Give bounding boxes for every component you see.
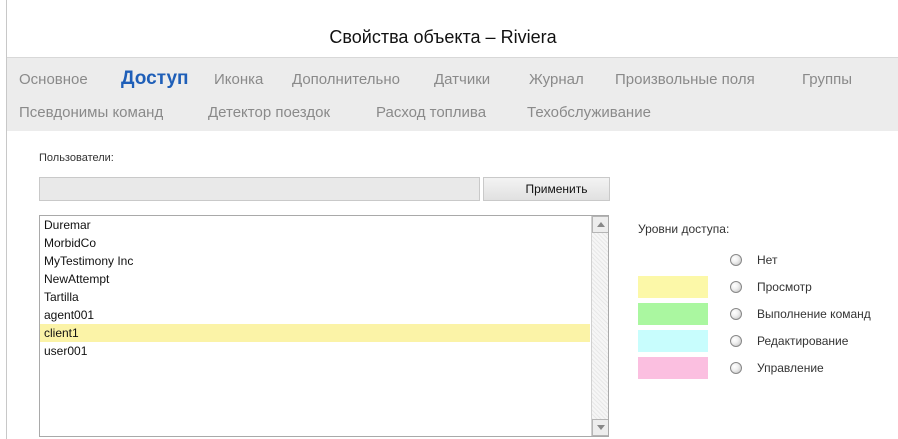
tab-bar: Основное Доступ Иконка Дополнительно Дат… <box>7 58 898 131</box>
access-level-edit: Редактирование <box>638 330 898 352</box>
tab-command-aliases[interactable]: Псевдонимы команд <box>19 104 163 121</box>
tab-fuel-consumption[interactable]: Расход топлива <box>376 104 486 121</box>
color-swatch-execute <box>638 303 708 325</box>
level-label: Просмотр <box>757 280 812 294</box>
list-item[interactable]: user001 <box>40 342 590 360</box>
level-label: Управление <box>757 361 824 375</box>
window-title: Свойства объекта – Riviera <box>329 27 557 47</box>
level-label: Выполнение команд <box>757 307 871 321</box>
radio-view[interactable] <box>730 281 742 293</box>
title-bar: Свойства объекта – Riviera <box>7 0 898 58</box>
list-scrollbar[interactable] <box>591 216 608 436</box>
radio-none[interactable] <box>730 254 742 266</box>
access-levels-title: Уровни доступа: <box>638 222 730 236</box>
color-swatch-edit <box>638 330 708 352</box>
tab-groups[interactable]: Группы <box>802 71 852 88</box>
tab-icon[interactable]: Иконка <box>214 71 263 88</box>
tab-maintenance[interactable]: Техобслуживание <box>527 104 651 121</box>
list-item[interactable]: MyTestimony Inc <box>40 252 590 270</box>
user-search-input[interactable] <box>39 177 480 201</box>
access-level-manage: Управление <box>638 357 898 379</box>
radio-manage[interactable] <box>730 362 742 374</box>
scroll-down-button[interactable] <box>592 419 608 436</box>
list-item[interactable]: NewAttempt <box>40 270 590 288</box>
level-label: Редактирование <box>757 334 849 348</box>
apply-button[interactable]: Применить <box>483 177 610 201</box>
color-swatch-manage <box>638 357 708 379</box>
access-level-view: Просмотр <box>638 276 898 298</box>
object-properties-window: Свойства объекта – Riviera Основное Дост… <box>6 0 898 439</box>
tab-log[interactable]: Журнал <box>529 71 584 88</box>
arrow-up-icon <box>596 222 605 227</box>
tab-trip-detector[interactable]: Детектор поездок <box>208 104 330 121</box>
tab-general[interactable]: Основное <box>19 71 88 88</box>
tab-custom-fields[interactable]: Произвольные поля <box>615 71 755 88</box>
access-level-none: Нет <box>638 249 898 271</box>
access-level-execute: Выполнение команд <box>638 303 898 325</box>
list-item[interactable]: MorbidCo <box>40 234 590 252</box>
list-item[interactable]: Tartilla <box>40 288 590 306</box>
tab-access[interactable]: Доступ <box>121 68 189 90</box>
list-item[interactable]: agent001 <box>40 306 590 324</box>
users-label: Пользователи: <box>39 152 114 164</box>
radio-execute[interactable] <box>730 308 742 320</box>
list-item[interactable]: Duremar <box>40 216 590 234</box>
scroll-up-button[interactable] <box>592 216 608 233</box>
user-list[interactable]: Duremar MorbidCo MyTestimony Inc NewAtte… <box>39 215 609 437</box>
radio-edit[interactable] <box>730 335 742 347</box>
arrow-down-icon <box>596 425 605 430</box>
list-item-selected[interactable]: client1 <box>40 324 590 342</box>
level-label: Нет <box>757 253 778 267</box>
tab-advanced[interactable]: Дополнительно <box>292 71 400 88</box>
tab-sensors[interactable]: Датчики <box>434 71 490 88</box>
color-swatch-view <box>638 276 708 298</box>
